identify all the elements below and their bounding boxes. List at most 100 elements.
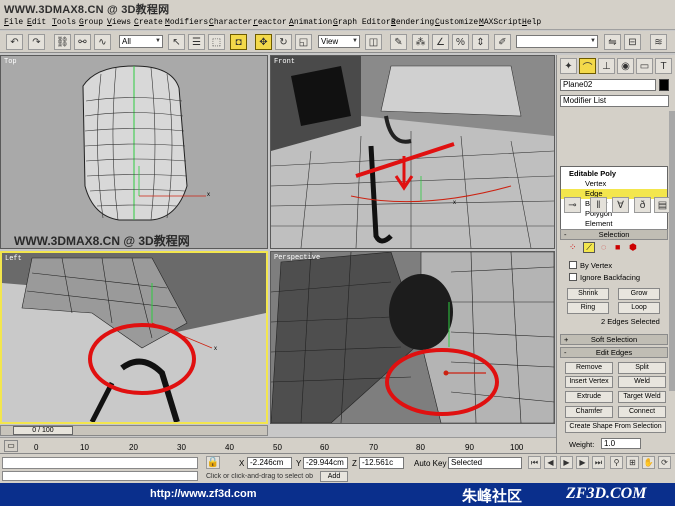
extrude-button[interactable]: Extrude <box>565 391 613 403</box>
arc-rotate-icon[interactable]: ⟳ <box>658 456 671 469</box>
previous-frame-icon[interactable]: ◀ <box>544 456 557 469</box>
go-to-end-icon[interactable]: ⏭ <box>592 456 605 469</box>
hierarchy-tab-icon[interactable]: ⊥ <box>598 58 615 74</box>
viewport-left[interactable]: Left x <box>0 251 268 424</box>
auto-key-label[interactable]: Auto Key <box>414 459 446 468</box>
menu-tools[interactable]: Tools <box>52 18 76 27</box>
select-by-name-icon[interactable]: ☰ <box>188 34 205 50</box>
time-slider[interactable]: 0 / 100 <box>13 426 73 435</box>
ignore-backfacing-checkbox[interactable]: Ignore Backfacing <box>569 273 640 282</box>
menu-views[interactable]: Views <box>107 18 131 27</box>
named-selection-set-dropdown[interactable] <box>516 35 598 48</box>
redo-icon[interactable]: ↷ <box>28 34 45 50</box>
select-move-icon[interactable]: ✥ <box>255 34 272 50</box>
play-icon[interactable]: ▶ <box>560 456 573 469</box>
reference-coordinate-dropdown[interactable]: View <box>318 35 360 48</box>
weld-button[interactable]: Weld <box>618 376 666 388</box>
select-scale-icon[interactable]: ◱ <box>295 34 312 50</box>
region-select-icon[interactable]: ⬚ <box>208 34 225 50</box>
viewport-label-front[interactable]: Front <box>274 58 295 66</box>
remove-modifier-icon[interactable]: ð <box>634 197 651 213</box>
viewport-top[interactable]: Top x <box>0 55 268 249</box>
maxscript-output-field[interactable] <box>2 471 198 481</box>
viewport-perspective[interactable]: Perspective <box>270 251 555 424</box>
select-link-icon[interactable]: ⛓ <box>54 34 71 50</box>
z-coordinate-field[interactable]: -12.561c <box>359 457 404 469</box>
menu-animation[interactable]: Animation <box>289 18 332 27</box>
viewport-front[interactable]: Front x <box>270 55 555 249</box>
polygon-mode-icon[interactable]: ■ <box>615 242 620 252</box>
align-icon[interactable]: ⊟ <box>624 34 641 50</box>
mirror-icon[interactable]: ⇋ <box>604 34 621 50</box>
maxscript-listener-field[interactable] <box>2 457 198 469</box>
element-mode-icon[interactable]: ⬢ <box>629 242 637 253</box>
border-mode-icon[interactable]: ◌ <box>601 242 606 252</box>
layer-manager-icon[interactable]: ≋ <box>650 34 667 50</box>
stack-item-element[interactable]: Element <box>561 219 667 229</box>
modify-tab-icon[interactable]: ⌒ <box>579 58 596 74</box>
zoom-icon[interactable]: ⚲ <box>610 456 623 469</box>
angle-snap-icon[interactable]: ∠ <box>432 34 449 50</box>
stack-item-vertex[interactable]: Vertex <box>561 179 667 189</box>
menu-modifiers[interactable]: Modifiers <box>165 18 208 27</box>
unlink-icon[interactable]: ⚯ <box>74 34 91 50</box>
viewport-label-perspective[interactable]: Perspective <box>274 254 320 262</box>
menu-graph-editors[interactable]: Graph Editors <box>333 18 395 27</box>
track-bar-toggle-icon[interactable]: ▭ <box>4 440 18 452</box>
edit-named-selection-icon[interactable]: ✐ <box>494 34 511 50</box>
add-time-tag-button[interactable]: Add <box>320 471 348 482</box>
menu-create[interactable]: Create <box>134 18 163 27</box>
menu-character[interactable]: Character <box>209 18 252 27</box>
motion-tab-icon[interactable]: ◉ <box>617 58 634 74</box>
select-manipulate-icon[interactable]: ✎ <box>390 34 407 50</box>
zoom-all-icon[interactable]: ⊞ <box>626 456 639 469</box>
object-color-swatch[interactable] <box>659 79 669 91</box>
edge-mode-icon[interactable]: ⟋ <box>583 242 595 253</box>
connect-button[interactable]: Connect <box>618 406 666 418</box>
viewport-label-top[interactable]: Top <box>4 58 17 66</box>
display-tab-icon[interactable]: ▭ <box>636 58 653 74</box>
command-panel-scrollbar[interactable] <box>669 111 675 391</box>
insert-vertex-button[interactable]: Insert Vertex <box>565 376 613 388</box>
pivot-center-icon[interactable]: ◫ <box>365 34 382 50</box>
menu-reactor[interactable]: reactor <box>253 18 287 27</box>
rollout-soft-selection[interactable]: + Soft Selection <box>560 334 668 345</box>
create-tab-icon[interactable]: ✦ <box>560 58 577 74</box>
vertex-mode-icon[interactable]: ⁘ <box>569 242 577 253</box>
key-filter-dropdown[interactable]: Selected <box>448 457 522 469</box>
go-to-start-icon[interactable]: ⏮ <box>528 456 541 469</box>
modifier-list-dropdown[interactable]: Modifier List <box>560 95 669 107</box>
grow-button[interactable]: Grow <box>618 288 660 300</box>
pin-stack-icon[interactable]: ⊸ <box>564 197 581 213</box>
footer-url[interactable]: http://www.zf3d.com <box>150 488 257 500</box>
remove-button[interactable]: Remove <box>565 362 613 374</box>
bind-space-warp-icon[interactable]: ∿ <box>94 34 111 50</box>
shrink-button[interactable]: Shrink <box>567 288 609 300</box>
menu-rendering[interactable]: Rendering <box>391 18 434 27</box>
utilities-tab-icon[interactable]: T <box>655 58 672 74</box>
next-frame-icon[interactable]: ▶ <box>576 456 589 469</box>
select-object-icon[interactable]: ↖ <box>168 34 185 50</box>
chamfer-button[interactable]: Chamfer <box>565 406 613 418</box>
create-shape-button[interactable]: Create Shape From Selection <box>565 421 666 433</box>
track-bar[interactable]: ▭ 0 10 20 30 40 50 60 70 80 90 100 <box>0 437 556 453</box>
stack-item-editable-poly[interactable]: Editable Poly <box>561 169 667 179</box>
undo-icon[interactable]: ↶ <box>6 34 23 50</box>
select-rotate-icon[interactable]: ↻ <box>275 34 292 50</box>
menu-help[interactable]: Help <box>522 18 541 27</box>
target-weld-button[interactable]: Target Weld <box>618 391 666 403</box>
weight-spinner[interactable]: 1.0 <box>601 438 641 449</box>
show-end-result-icon[interactable]: ‖ <box>590 197 607 213</box>
object-name-field[interactable]: Plane02 <box>560 79 656 91</box>
pan-icon[interactable]: ✋ <box>642 456 655 469</box>
spinner-snap-icon[interactable]: ⇕ <box>472 34 489 50</box>
snap-toggle-icon[interactable]: ⁂ <box>412 34 429 50</box>
window-crossing-icon[interactable]: ◘ <box>230 34 247 50</box>
rollout-selection[interactable]: - Selection <box>560 229 668 240</box>
make-unique-icon[interactable]: ∀ <box>612 197 629 213</box>
selection-filter-dropdown[interactable]: All <box>119 35 163 48</box>
menu-file[interactable]: File <box>4 18 23 27</box>
selection-lock-icon[interactable]: 🔒 <box>206 456 220 469</box>
percent-snap-icon[interactable]: % <box>452 34 469 50</box>
time-slider-track[interactable]: 0 / 100 <box>0 425 268 436</box>
